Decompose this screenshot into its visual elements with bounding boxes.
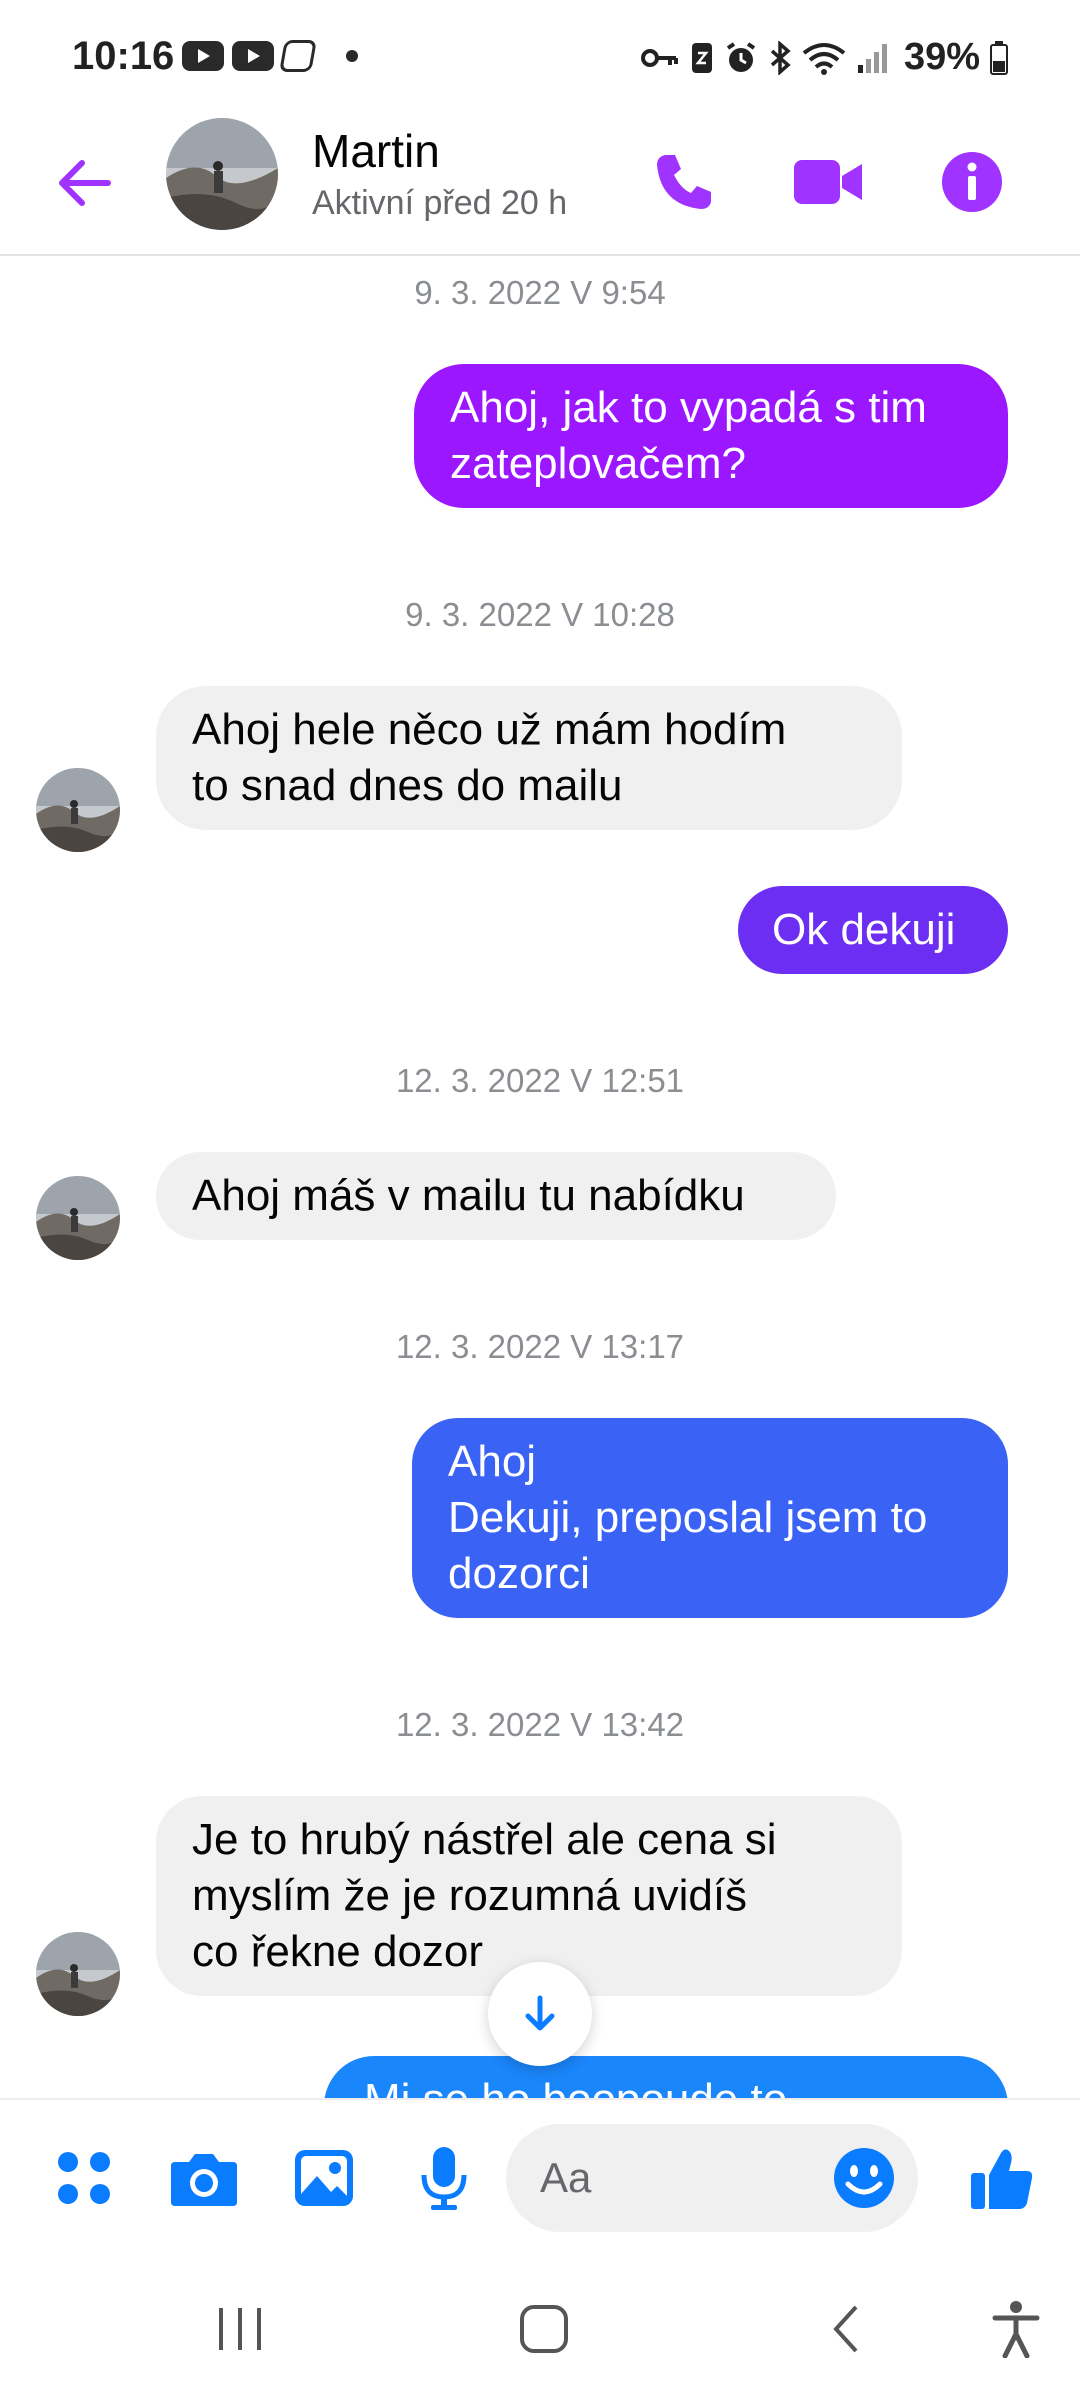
youtube-icon	[182, 41, 224, 71]
accessibility-button[interactable]	[976, 2294, 1056, 2364]
battery-icon	[990, 40, 1008, 75]
bluetooth-icon	[770, 40, 791, 75]
scroll-to-bottom-button[interactable]	[488, 1962, 592, 2066]
video-call-button[interactable]	[788, 142, 868, 222]
message-text: Dekuji, preposlal jsem to	[448, 1493, 928, 1542]
message-text: Ahoj hele něco už mám hodím	[192, 705, 787, 754]
message-text: to snad dnes do mailu	[192, 761, 623, 810]
message-timestamp: 12. 3. 2022 V 13:17	[395, 1328, 685, 1365]
notification-icons	[182, 40, 358, 72]
message-text: Je to hrubý nástřel ale cena si	[192, 1815, 777, 1864]
message-text: Ok dekuji	[772, 905, 956, 954]
message-text: Ahoj, jak to vypadá s tim	[450, 383, 927, 432]
message-composer	[0, 2098, 1080, 2258]
message-text: Ahoj	[448, 1437, 537, 1486]
outgoing-message[interactable]: Mi se ho boopoude to	[324, 2056, 1008, 2098]
more-actions-button[interactable]	[44, 2138, 124, 2218]
video-camera-icon	[794, 160, 862, 204]
outgoing-message[interactable]: Ahoj, jak to vypadá s tim zateplovačem?	[414, 364, 1008, 508]
sender-avatar[interactable]	[36, 1932, 120, 2016]
message-timestamp: 9. 3. 2022 V 9:54	[414, 274, 666, 311]
wifi-icon	[802, 42, 846, 75]
status-time: 10:16	[72, 34, 175, 78]
microphone-icon	[421, 2147, 467, 2210]
back-button[interactable]	[50, 148, 120, 218]
message-timestamp: 9. 3. 2022 V 10:28	[405, 596, 675, 633]
emoji-button[interactable]	[832, 2146, 896, 2210]
system-icons: 39%	[640, 36, 1008, 79]
four-dots-icon	[58, 2152, 110, 2204]
avatar-photo	[36, 768, 120, 852]
audio-call-button[interactable]	[644, 142, 724, 222]
avatar-photo	[36, 1932, 120, 2016]
message-text: dozorci	[448, 1549, 590, 1598]
more-notifications-icon	[346, 50, 358, 62]
back-nav-button[interactable]	[806, 2294, 886, 2364]
smiley-icon	[834, 2148, 894, 2208]
alarm-icon	[726, 41, 756, 72]
image-icon	[295, 2150, 353, 2206]
battery-level: 39%	[903, 36, 980, 78]
conversation-info-button[interactable]	[932, 142, 1012, 222]
info-icon	[942, 152, 1002, 212]
avatar-photo	[166, 118, 278, 230]
recent-apps-button[interactable]	[200, 2294, 280, 2364]
message-timestamp: 12. 3. 2022 V 12:51	[395, 1062, 685, 1099]
chevron-left-icon	[833, 2305, 858, 2353]
app-notification-icon	[279, 40, 317, 72]
outgoing-message[interactable]: Ahoj Dekuji, preposlal jsem to dozorci	[412, 1418, 1008, 1618]
message-text: Mi se ho boopoude to	[364, 2072, 972, 2098]
accessibility-icon	[992, 2301, 1040, 2358]
thumbs-up-icon	[971, 2149, 1033, 2209]
contact-active-status: Aktivní před 20 h	[312, 184, 568, 222]
message-input[interactable]	[540, 2144, 800, 2212]
like-button[interactable]	[962, 2138, 1042, 2218]
incoming-message[interactable]: Ahoj máš v mailu tu nabídku	[156, 1152, 836, 1240]
signal-icon	[857, 43, 887, 73]
message-text: Ahoj máš v mailu tu nabídku	[192, 1171, 745, 1220]
system-navigation-bar	[0, 2258, 1080, 2400]
voice-message-button[interactable]	[404, 2138, 484, 2218]
camera-icon	[171, 2154, 237, 2206]
avatar-photo	[36, 1176, 120, 1260]
recents-icon	[219, 2308, 261, 2350]
chat-header: Martin Aktivní před 20 h	[0, 118, 1080, 256]
youtube-icon	[232, 41, 274, 71]
status-bar: 10:16 39%	[0, 0, 1080, 118]
message-text: myslím že je rozumná uvidíš	[192, 1871, 748, 1920]
message-input-wrapper[interactable]	[506, 2124, 918, 2232]
sender-avatar[interactable]	[36, 768, 120, 852]
sender-avatar[interactable]	[36, 1176, 120, 1260]
arrow-left-icon	[59, 160, 111, 206]
message-text: zateplovačem?	[450, 439, 746, 488]
gallery-button[interactable]	[284, 2138, 364, 2218]
camera-button[interactable]	[164, 2138, 244, 2218]
outgoing-message[interactable]: Ok dekuji	[738, 886, 1008, 974]
contact-name[interactable]: Martin	[312, 124, 440, 178]
home-button[interactable]	[504, 2294, 584, 2364]
key-icon	[640, 48, 678, 67]
message-timestamp: 12. 3. 2022 V 13:42	[395, 1706, 685, 1743]
arrow-down-icon	[525, 1995, 555, 2031]
phone-icon	[657, 155, 711, 209]
home-icon	[520, 2305, 568, 2353]
contact-avatar[interactable]	[166, 118, 278, 230]
message-list[interactable]: 9. 3. 2022 V 9:54 Ahoj, jak to vypadá s …	[0, 256, 1080, 2098]
nfc-icon	[691, 42, 712, 73]
incoming-message[interactable]: Ahoj hele něco už mám hodím to snad dnes…	[156, 686, 902, 830]
